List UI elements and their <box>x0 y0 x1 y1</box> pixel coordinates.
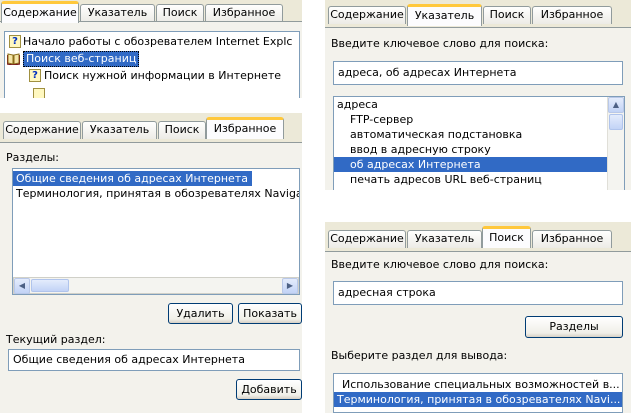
favorites-panel: Содержание Указатель Поиск Избранное Раз… <box>0 113 302 413</box>
favorites-tab-body: Разделы: Общие сведения об адресах Интер… <box>0 142 302 413</box>
keyword-label: Введите ключевое слово для поиска: <box>331 258 549 271</box>
index-panel: Содержание Указатель Поиск Избранное Вве… <box>325 0 631 190</box>
index-vertical-scrollbar[interactable]: ▲ <box>607 97 624 190</box>
list-item-selected[interactable]: Терминология, принятая в обозревателях N… <box>334 392 622 407</box>
current-topic-field[interactable]: Общие сведения об адресах Интернета <box>8 349 300 371</box>
current-topic-label: Текущий раздел: <box>6 333 106 346</box>
tab-search[interactable]: Поиск <box>482 226 531 248</box>
list-item[interactable]: FTP-сервер <box>334 112 624 127</box>
list-item[interactable]: печать адресов URL веб-страниц <box>334 172 624 187</box>
tab-contents[interactable]: Содержание <box>328 230 406 248</box>
tab-contents[interactable]: Содержание <box>328 6 406 24</box>
index-tabs: Содержание Указатель Поиск Избранное <box>325 0 631 26</box>
select-topic-label: Выберите раздел для вывода: <box>331 349 508 362</box>
help-page-icon: ? <box>29 69 41 82</box>
tab-search[interactable]: Поиск <box>158 121 206 139</box>
index-tab-body: Введите ключевое слово для поиска: адрес… <box>325 27 631 190</box>
search-results-list: Использование специальных возможностей в… <box>333 373 623 413</box>
list-item-selected[interactable]: Общие сведения об адресах Интернета <box>13 171 252 186</box>
add-button[interactable]: Добавить <box>236 379 302 400</box>
list-item-selected[interactable]: об адресах Интернета <box>334 157 608 172</box>
scroll-right-icon[interactable]: ▶ <box>282 278 298 294</box>
open-book-icon <box>7 53 20 65</box>
keyword-label: Введите ключевое слово для поиска: <box>331 37 549 50</box>
tab-search[interactable]: Поиск <box>156 4 204 22</box>
help-page-icon: ? <box>9 35 21 48</box>
scroll-left-icon[interactable]: ◀ <box>14 278 30 294</box>
tab-favorites[interactable]: Избранное <box>206 117 284 139</box>
search-panel: Содержание Указатель Поиск Избранное Вве… <box>325 222 631 413</box>
show-button[interactable]: Показать <box>238 303 302 324</box>
tree-item-label-selected: Поиск веб-страниц <box>23 51 140 67</box>
tab-index[interactable]: Указатель <box>407 4 482 26</box>
list-item[interactable]: автоматическая подстановка <box>334 127 624 142</box>
index-list: адреса FTP-сервер автоматическая подстан… <box>333 96 625 190</box>
help-page-icon-partial <box>33 88 45 98</box>
contents-tab-body: ? Начало работы с обозревателем Internet… <box>0 21 302 98</box>
contents-panel: Содержание Указатель Поиск Избранное ? Н… <box>0 0 302 98</box>
search-tabs: Содержание Указатель Поиск Избранное <box>325 222 631 248</box>
list-item[interactable]: Терминология, принятая в обозревателях N… <box>13 186 299 201</box>
contents-tabs: Содержание Указатель Поиск Избранное <box>0 0 302 23</box>
scroll-up-icon[interactable]: ▲ <box>608 97 624 113</box>
topics-label: Разделы: <box>6 151 60 164</box>
search-tab-body: Введите ключевое слово для поиска: адрес… <box>325 251 631 413</box>
delete-button[interactable]: Удалить <box>168 303 233 324</box>
list-item[interactable]: ввод в адресную строку <box>334 142 624 157</box>
favorites-tabs: Содержание Указатель Поиск Избранное <box>0 113 302 139</box>
tab-favorites[interactable]: Избранное <box>532 6 612 24</box>
scroll-thumb[interactable] <box>609 114 623 130</box>
tab-contents[interactable]: Содержание <box>1 1 79 23</box>
tab-favorites[interactable]: Избранное <box>205 4 283 22</box>
contents-tree: ? Начало работы с обозревателем Internet… <box>4 31 300 98</box>
tab-contents[interactable]: Содержание <box>3 121 81 139</box>
topics-button[interactable]: Разделы <box>525 316 623 338</box>
tab-favorites[interactable]: Избранное <box>532 230 612 248</box>
tab-index[interactable]: Указатель <box>80 4 155 22</box>
scroll-thumb[interactable] <box>31 279 69 292</box>
favorites-horizontal-scrollbar[interactable]: ◀ ▶ <box>13 277 299 294</box>
tab-search[interactable]: Поиск <box>483 6 531 24</box>
tab-index[interactable]: Указатель <box>407 230 482 248</box>
keyword-input[interactable]: адресная строка <box>333 281 623 305</box>
list-item[interactable]: адреса <box>334 97 624 112</box>
favorites-topics-list: Общие сведения об адресах Интернета Терм… <box>12 168 300 295</box>
keyword-input[interactable]: адреса, об адресах Интернета <box>333 61 623 85</box>
list-item[interactable]: Использование специальных возможностей в… <box>334 377 622 392</box>
tab-index[interactable]: Указатель <box>82 121 157 139</box>
